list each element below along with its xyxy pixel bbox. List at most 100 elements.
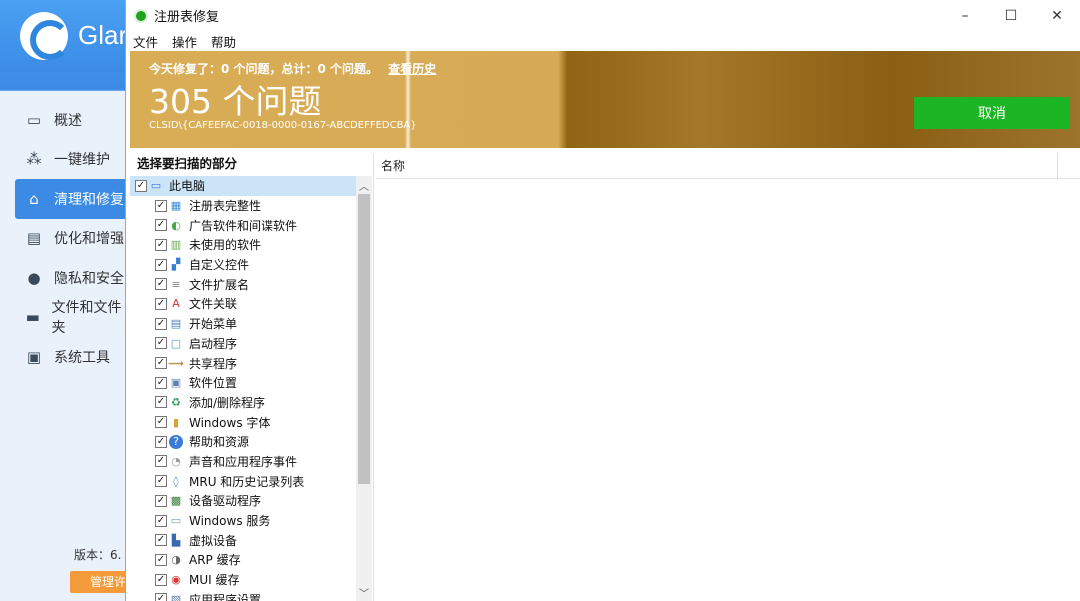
checkbox[interactable]: ✓ <box>135 179 147 192</box>
shared-program-icon: ⟿ <box>168 356 184 370</box>
checkbox[interactable]: ✓ <box>155 455 167 468</box>
checkbox[interactable]: ✓ <box>155 337 167 350</box>
background-nav: ▭ 概述 ⁂ 一键维护 ⌂ 清理和修复 ▤ 优化和增强 ● 隐私和安全 ▬ 文件… <box>0 100 125 377</box>
nav-item-clean-repair[interactable]: ⌂ 清理和修复 <box>15 179 125 219</box>
add-remove-icon: ♻ <box>171 395 181 409</box>
driver-icon: ▩ <box>170 494 182 508</box>
checkbox[interactable]: ✓ <box>155 297 167 310</box>
checkbox[interactable]: ✓ <box>155 238 167 251</box>
mui-icon: ◉ <box>171 573 181 587</box>
checkbox[interactable]: ✓ <box>155 416 167 429</box>
tree-label: 添加/删除程序 <box>189 395 266 410</box>
checkbox[interactable]: ✓ <box>155 593 167 601</box>
column-divider <box>1057 153 1058 179</box>
tree-item[interactable]: ✓ ▙ 虚拟设备 <box>130 530 360 550</box>
column-name[interactable]: 名称 <box>381 157 405 174</box>
checkbox[interactable]: ✓ <box>155 258 167 271</box>
tree-item[interactable]: ✓? 帮助和资源 <box>130 432 360 452</box>
version-label: 版本：6. <box>74 548 122 562</box>
checkbox[interactable]: ✓ <box>155 199 167 212</box>
checkbox[interactable]: ✓ <box>155 396 167 409</box>
help-icon: ? <box>169 434 183 449</box>
registry-repair-window: 注册表修复 – ☐ ✕ 文件 操作 帮助 今天修复了：0 个问题，总计：0 个问… <box>125 0 1080 601</box>
virtual-device-icon: ▙ <box>171 533 181 547</box>
nav-item-overview[interactable]: ▭ 概述 <box>0 100 125 140</box>
tree-item[interactable]: ✓ ▩ 设备驱动程序 <box>130 491 360 511</box>
tree-label: 应用程序设置 <box>189 592 262 601</box>
unused-software-icon: ▥ <box>170 238 182 252</box>
tree-label: 注册表完整性 <box>189 199 262 214</box>
tree-label: 共享程序 <box>189 356 238 371</box>
tree-label: 软件位置 <box>189 376 238 391</box>
tree-item[interactable]: ✓ ♻ 添加/删除程序 <box>130 393 360 413</box>
checkbox[interactable]: ✓ <box>155 553 167 566</box>
menu-action[interactable]: 操作 <box>172 32 197 51</box>
tree-label: MUI 缓存 <box>189 573 240 588</box>
arp-icon: ◑ <box>171 553 181 567</box>
service-icon: ▭ <box>170 514 182 528</box>
checkbox[interactable]: ✓ <box>155 494 167 507</box>
font-icon: ▮ <box>172 415 180 429</box>
tree-item[interactable]: ✓ ▭ Windows 服务 <box>130 511 360 531</box>
checkbox[interactable]: ✓ <box>155 376 167 389</box>
tree-label: 帮助和资源 <box>189 435 250 450</box>
tree-item[interactable]: ✓ ◊ MRU 和历史记录列表 <box>130 471 360 491</box>
maximize-button[interactable]: ☐ <box>988 0 1034 31</box>
scan-sections-panel: 选择要扫描的部分 ✓ ▭ 此电脑 ✓ ▦ 注册表完整性 ✓ ◐ 广告软件和间谍软件 ✓ ▥ 未使… <box>130 153 374 601</box>
tree-item[interactable]: ✓ ▤ 开始菜单 <box>130 314 360 334</box>
monitor-icon: ▭ <box>26 110 42 129</box>
tree-item[interactable]: ✓ ◉ MUI 缓存 <box>130 570 360 590</box>
tree-item[interactable]: ✓ A 文件关联 <box>130 294 360 314</box>
file-extension-icon: ≡ <box>171 277 181 291</box>
close-button[interactable]: ✕ <box>1034 0 1080 31</box>
tree-label: 文件扩展名 <box>189 277 250 292</box>
tree-item[interactable]: ✓ ▧ 应用程序设置 <box>130 589 360 601</box>
scan-banner: 今天修复了：0 个问题，总计：0 个问题。 查看历史 305 个问题 CLSID… <box>130 51 1080 148</box>
tree-scrollbar[interactable]: ︿ ﹀ <box>356 176 372 601</box>
cancel-button[interactable]: 取消 <box>914 97 1070 129</box>
checkbox[interactable]: ✓ <box>155 219 167 232</box>
menu-file[interactable]: 文件 <box>133 32 158 51</box>
manage-button[interactable]: 管理许 <box>70 571 130 593</box>
tree-item[interactable]: ✓ ≡ 文件扩展名 <box>130 274 360 294</box>
title-bar: 注册表修复 – ☐ ✕ <box>126 0 1080 31</box>
tree-item[interactable]: ✓ ◑ ARP 缓存 <box>130 550 360 570</box>
tree-item[interactable]: ✓ ◐ 广告软件和间谍软件 <box>130 215 360 235</box>
checkbox[interactable]: ✓ <box>155 475 167 488</box>
tree-label: Windows 服务 <box>189 514 271 529</box>
sections-tree: ✓ ▭ 此电脑 ✓ ▦ 注册表完整性 ✓ ◐ 广告软件和间谍软件 ✓ ▥ 未使用的软件 ✓ ▞ 自定义… <box>130 176 360 601</box>
nav-item-system-tools[interactable]: ▣ 系统工具 <box>0 337 125 377</box>
scroll-down-icon[interactable]: ﹀ <box>356 583 372 601</box>
checkbox[interactable]: ✓ <box>155 317 167 330</box>
tree-item[interactable]: ✓ ▦ 注册表完整性 <box>130 196 360 216</box>
checkbox[interactable]: ✓ <box>155 435 167 448</box>
tree-item[interactable]: ✓ ◔ 声音和应用程序事件 <box>130 452 360 472</box>
glary-logo <box>20 12 70 60</box>
checkbox[interactable]: ✓ <box>155 278 167 291</box>
scroll-thumb[interactable] <box>358 194 370 484</box>
scroll-up-icon[interactable]: ︿ <box>356 176 372 194</box>
tree-item[interactable]: ✓ ▥ 未使用的软件 <box>130 235 360 255</box>
checkbox[interactable]: ✓ <box>155 514 167 527</box>
tree-label: 虚拟设备 <box>189 533 238 548</box>
checkbox[interactable]: ✓ <box>155 534 167 547</box>
checkbox[interactable]: ✓ <box>155 573 167 586</box>
minimize-button[interactable]: – <box>942 0 988 31</box>
nav-item-optimize[interactable]: ▤ 优化和增强 <box>0 219 125 259</box>
tree-item[interactable]: ✓ ▢ 启动程序 <box>130 334 360 354</box>
nav-item-privacy[interactable]: ● 隐私和安全 <box>0 258 125 298</box>
menu-help[interactable]: 帮助 <box>211 32 236 51</box>
scan-sections-header: 选择要扫描的部分 <box>137 156 238 171</box>
nav-item-files[interactable]: ▬ 文件和文件夹 <box>0 298 125 338</box>
tree-root-this-pc[interactable]: ✓ ▭ 此电脑 <box>130 176 360 196</box>
tree-item[interactable]: ✓ ▣ 软件位置 <box>130 373 360 393</box>
tree-item[interactable]: ✓ ▞ 自定义控件 <box>130 255 360 275</box>
broom-icon: ⌂ <box>29 189 39 208</box>
nav-item-one-click[interactable]: ⁂ 一键维护 <box>0 140 125 180</box>
tree-item[interactable]: ✓ ⟿ 共享程序 <box>130 353 360 373</box>
tree-item[interactable]: ✓ ▮ Windows 字体 <box>130 412 360 432</box>
tree-label: 未使用的软件 <box>189 238 262 253</box>
view-history-link[interactable]: 查看历史 <box>388 62 436 76</box>
file-association-icon: A <box>172 297 180 311</box>
checkbox[interactable]: ✓ <box>155 357 167 370</box>
